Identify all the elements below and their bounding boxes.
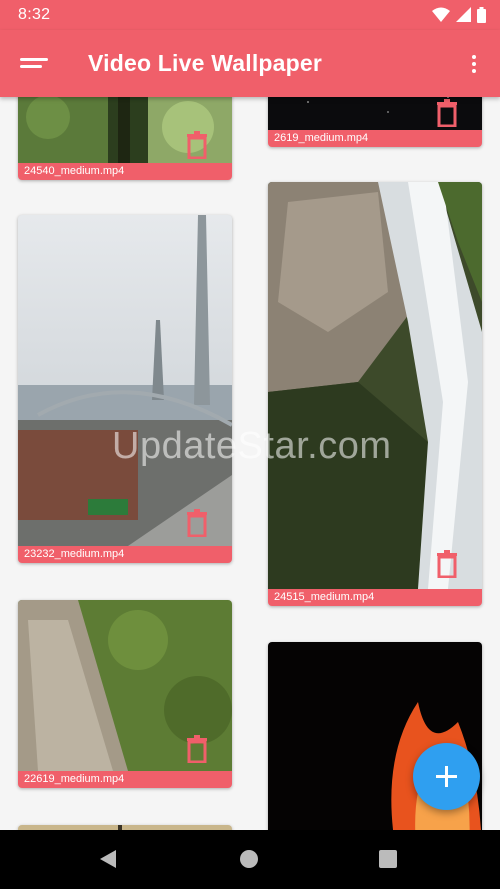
trash-icon[interactable] [185, 131, 209, 159]
video-grid[interactable]: 24540_medium.mp4 2619_medium.mp4 23232_m… [0, 97, 500, 830]
add-icon[interactable] [413, 743, 480, 810]
video-name: 2619_medium.mp4 [268, 130, 482, 147]
trash-icon[interactable] [435, 99, 459, 127]
video-card[interactable]: 23232_medium.mp4 [18, 215, 232, 563]
recents-icon[interactable] [379, 850, 397, 868]
status-bar: 8:32 [0, 0, 500, 30]
more-vert-icon[interactable] [464, 50, 484, 78]
video-card[interactable]: 22619_medium.mp4 [18, 600, 232, 788]
app-bar: Video Live Wallpaper [0, 30, 500, 97]
status-time: 8:32 [18, 6, 51, 23]
video-card[interactable]: 24515_medium.mp4 [268, 182, 482, 606]
trash-icon[interactable] [435, 550, 459, 578]
back-icon[interactable] [100, 850, 116, 868]
video-card[interactable]: 24540_medium.mp4 [18, 97, 232, 180]
battery-icon [477, 7, 486, 23]
app-title: Video Live Wallpaper [88, 50, 323, 76]
video-name: 24515_medium.mp4 [268, 589, 482, 606]
video-name: 23232_medium.mp4 [18, 546, 232, 563]
video-name: 24540_medium.mp4 [18, 163, 232, 180]
video-name: 22619_medium.mp4 [18, 771, 232, 788]
menu-icon[interactable] [14, 50, 54, 78]
trash-icon[interactable] [185, 735, 209, 763]
status-icons [432, 7, 486, 23]
screen: 8:32 Video Live Wallpaper 24540_medium.m… [0, 0, 500, 889]
video-card[interactable]: 2619_medium.mp4 [268, 97, 482, 147]
signal-icon [456, 7, 471, 22]
home-icon[interactable] [240, 850, 258, 868]
navigation-bar [0, 830, 500, 889]
wifi-icon [432, 7, 450, 22]
trash-icon[interactable] [185, 509, 209, 537]
video-thumbnail [268, 182, 482, 589]
video-thumbnail [18, 215, 232, 546]
